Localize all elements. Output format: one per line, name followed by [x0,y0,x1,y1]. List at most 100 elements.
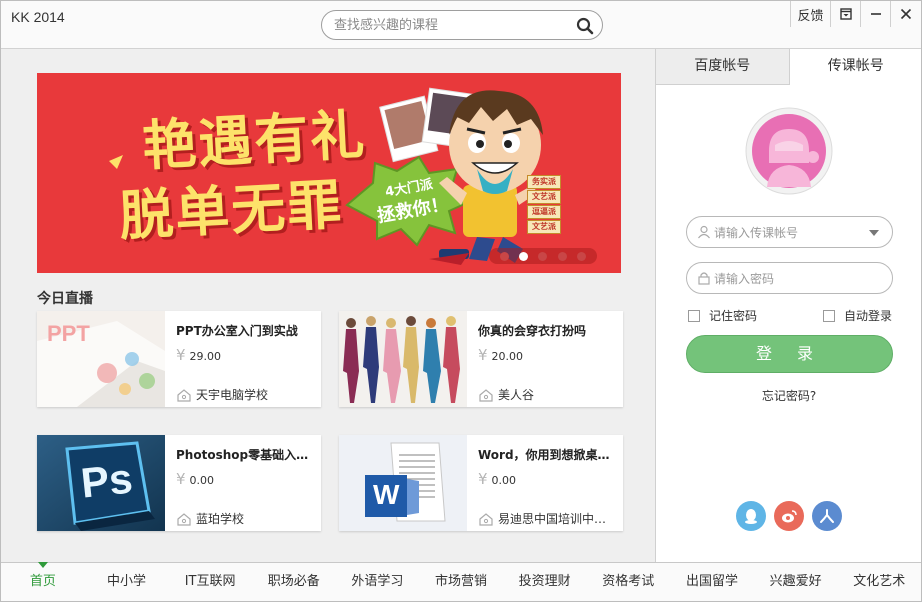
price-value: 20.00 [491,350,524,363]
qq-icon [745,509,757,524]
currency-symbol: ¥ [478,470,488,488]
feedback-button[interactable]: 反馈 [791,1,831,27]
currency-symbol: ¥ [478,346,488,364]
title-bar: KK 2014 反馈 [1,1,921,49]
main-content: 艳遇有礼 脱单无罪 4大门派 拯救你！ 务实派 文艺派 逗逼派 文艺派 今日直播 [1,49,655,562]
nav-item-career[interactable]: 职场必备 [252,563,336,601]
close-icon [900,8,912,20]
school-icon [177,512,191,526]
course-school[interactable]: 蓝珀学校 [176,510,244,527]
course-card[interactable]: Ps Photoshop零基础入门… ¥0.00 蓝珀学校 [37,435,321,531]
banner-pager [489,248,597,264]
course-title[interactable]: PPT办公室入门到实战 [176,322,316,339]
school-icon [479,512,493,526]
course-thumbnail [339,311,467,407]
course-thumbnail: W [339,435,467,531]
close-button[interactable] [891,1,921,27]
course-price: ¥0.00 [478,470,516,488]
school-name: 天宇电脑学校 [196,388,269,402]
course-school[interactable]: 易迪思中国培训中… [478,510,606,527]
course-school[interactable]: 美人谷 [478,386,534,403]
login-button[interactable]: 登 录 [686,335,893,373]
checkbox-box[interactable] [688,309,700,322]
thumb-text: W [373,479,400,510]
tab-baidu-account[interactable]: 百度帐号 [656,49,790,84]
pager-dot-2[interactable] [519,251,529,261]
nav-item-language[interactable]: 外语学习 [336,563,420,601]
password-field[interactable] [686,262,893,294]
course-card[interactable]: PPT PPT办公室入门到实战 ¥29.00 天宇电脑学校 [37,311,321,407]
banner-tag-list: 务实派 文艺派 逗逼派 文艺派 [527,175,561,235]
course-title[interactable]: 你真的会穿衣打扮吗 [478,322,618,339]
category-nav-list: 首页 中小学 IT互联网 职场必备 外语学习 市场营销 投资理财 资格考试 出国… [1,563,921,601]
auto-login-checkbox[interactable]: 自动登录 [823,307,892,324]
pager-dot-3[interactable] [538,251,548,261]
course-price: ¥20.00 [478,346,523,364]
nav-item-it[interactable]: IT互联网 [168,563,252,601]
currency-symbol: ¥ [176,346,186,364]
pager-dot-4[interactable] [557,251,567,261]
banner-headline-2: 脱单无罪 [117,173,345,248]
renren-login-button[interactable] [812,501,842,531]
course-thumbnail: PPT [37,311,165,407]
account-input[interactable] [714,224,864,242]
lock-icon [698,272,710,285]
course-title[interactable]: Word，你用到想掀桌… [478,446,618,463]
course-price: ¥29.00 [176,346,221,364]
window-controls: 反馈 [790,1,921,27]
app-title: KK 2014 [11,9,65,25]
thumb-text: Ps [78,454,135,507]
login-tabs: 百度帐号 传课帐号 [656,49,921,85]
account-field[interactable] [686,216,893,248]
course-title[interactable]: Photoshop零基础入门… [176,446,316,463]
qq-login-button[interactable] [736,501,766,531]
remember-password-checkbox[interactable]: 记住密码 [688,307,757,324]
nav-item-study-abroad[interactable]: 出国留学 [670,563,754,601]
currency-symbol: ¥ [176,470,186,488]
weibo-icon [782,510,797,523]
search-box[interactable] [321,10,603,40]
nav-item-finance[interactable]: 投资理财 [503,563,587,601]
nav-item-home[interactable]: 首页 [1,563,85,601]
login-panel: 百度帐号 传课帐号 记住密码 自动登录 登 录 [655,49,921,562]
checkbox-box[interactable] [823,309,835,322]
nav-item-k12[interactable]: 中小学 [85,563,169,601]
pager-dot-5[interactable] [576,251,586,261]
renren-icon [820,509,834,523]
promo-banner[interactable]: 艳遇有礼 脱单无罪 4大门派 拯救你！ 务实派 文艺派 逗逼派 文艺派 [37,73,621,273]
school-icon [177,388,191,402]
nav-item-hobbies[interactable]: 兴趣爱好 [754,563,838,601]
app-window: KK 2014 反馈 [0,0,922,602]
price-value: 29.00 [189,350,222,363]
checkbox-label: 记住密码 [709,309,758,323]
banner-tag: 务实派 [527,175,561,189]
course-thumbnail: Ps [37,435,165,531]
minimize-button[interactable] [861,1,891,27]
course-card[interactable]: W Word，你用到想掀桌… ¥0.00 易迪思中国培训中… [339,435,623,531]
nav-item-arts[interactable]: 文化艺术 [837,563,921,601]
avatar [745,107,833,195]
banner-tag: 文艺派 [527,190,561,204]
password-input[interactable] [714,270,864,288]
chevron-down-icon[interactable] [869,230,879,236]
course-card[interactable]: 你真的会穿衣打扮吗 ¥20.00 美人谷 [339,311,623,407]
nav-item-certification[interactable]: 资格考试 [586,563,670,601]
price-value: 0.00 [189,474,215,487]
price-value: 0.00 [491,474,517,487]
tab-chuanke-account[interactable]: 传课帐号 [789,49,921,85]
search-input[interactable] [334,16,569,34]
weibo-login-button[interactable] [774,501,804,531]
banner-tag: 逗逼派 [527,205,561,219]
nav-item-marketing[interactable]: 市场营销 [419,563,503,601]
user-icon [698,225,710,239]
thumb-text: PPT [47,321,90,346]
pager-dot-1[interactable] [500,251,510,261]
search-icon[interactable] [576,17,594,35]
dropdown-menu-button[interactable] [831,1,861,27]
minimize-icon [870,13,881,15]
forgot-password-link[interactable]: 忘记密码? [656,387,921,404]
course-school[interactable]: 天宇电脑学校 [176,386,268,403]
school-name: 美人谷 [498,388,535,402]
dropdown-menu-icon [839,8,852,20]
school-name: 易迪思中国培训中… [498,512,607,526]
